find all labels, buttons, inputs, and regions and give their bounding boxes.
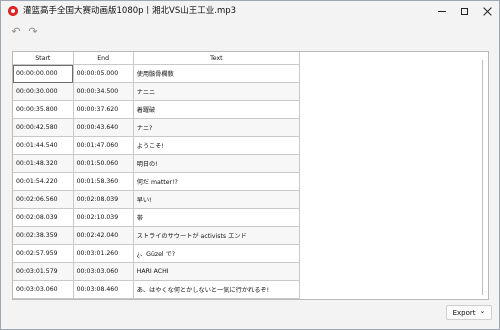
table-row[interactable]: 00:02:38.359 00:02:42.040 ストライのサウートが act… [13,226,301,245]
subtitle-table[interactable]: Start End Text 00:00:00.000 00:00:05.000… [13,52,301,299]
subtitle-editor-window: 灌篮高手全国大赛动画版1080p丨湘北VS山王工业.mp3 ↶ ↷ Start … [0,0,500,330]
text-cell[interactable]: 早い! [133,190,301,209]
start-cell[interactable]: 00:02:57.959 [13,244,74,263]
chevron-down-icon: ⌄ [479,307,486,315]
text-cell[interactable]: ナニニ [133,82,301,101]
table-row[interactable]: 00:02:08.039 00:02:10.039 帯 [13,208,301,227]
table-row[interactable]: 00:02:06.560 00:02:08.039 早い! [13,190,301,209]
start-cell[interactable]: 00:02:38.359 [13,226,74,245]
table-row[interactable]: 00:02:57.959 00:03:01.260 ¿、Güzel で? [13,244,301,263]
table-row[interactable]: 00:00:42.580 00:00:43.640 ナニ? [13,118,301,137]
record-icon [8,6,18,16]
maximize-button[interactable] [453,1,476,21]
end-cell[interactable]: 00:00:37.620 [73,100,134,119]
table-row[interactable]: 00:03:01.579 00:03:03.060 HARI ACHI [13,262,301,281]
end-cell[interactable]: 00:00:43.640 [73,118,134,137]
table-row[interactable]: 00:03:03.060 00:03:08.460 あ、はやくな何とかしないと一… [13,280,301,299]
end-cell[interactable]: 00:01:50.060 [73,154,134,173]
text-cell[interactable]: ¿、Güzel で? [133,244,301,263]
export-button[interactable]: Export ⌄ [446,305,492,320]
subtitle-table-panel[interactable]: Start End Text 00:00:00.000 00:00:05.000… [12,51,489,300]
table-header-row: Start End Text [13,52,301,65]
start-cell[interactable]: 00:00:30.000 [13,82,74,101]
start-cell[interactable]: 00:02:08.039 [13,208,74,227]
start-cell[interactable]: 00:00:00.000 [13,64,74,83]
table-row[interactable]: 00:00:00.000 00:00:05.000 使用骸骨欄敎 [13,64,301,83]
text-cell[interactable]: 使用骸骨欄敎 [133,64,301,83]
text-cell[interactable]: HARI ACHI [133,262,301,281]
title-bar[interactable]: 灌篮高手全国大赛动画版1080p丨湘北VS山王工业.mp3 [1,1,499,21]
start-cell[interactable]: 00:01:48.320 [13,154,74,173]
close-icon [483,7,492,16]
text-cell[interactable]: 何だ matter!? [133,172,301,191]
start-cell[interactable]: 00:03:03.060 [13,280,74,299]
maximize-icon [461,7,468,15]
end-cell[interactable]: 00:01:58.360 [73,172,134,191]
window-controls [430,1,499,21]
column-header-text[interactable]: Text [133,52,301,65]
end-cell[interactable]: 00:03:08.460 [73,280,134,299]
redo-button[interactable]: ↷ [26,25,40,39]
start-cell[interactable]: 00:00:35.800 [13,100,74,119]
text-cell[interactable]: あ、はやくな何とかしないと一気に行かれるぞ! [133,280,301,299]
start-cell[interactable]: 00:01:44.540 [13,136,74,155]
vertical-scrollbar[interactable] [482,60,483,295]
undo-icon: ↶ [11,25,21,38]
end-cell[interactable]: 00:02:10.039 [73,208,134,227]
start-cell[interactable]: 00:02:06.560 [13,190,74,209]
text-cell[interactable]: 明日の! [133,154,301,173]
end-cell[interactable]: 00:02:42.040 [73,226,134,245]
export-label: Export [452,308,476,317]
table-row[interactable]: 00:01:48.320 00:01:50.060 明日の! [13,154,301,173]
toolbar: ↶ ↷ [1,21,499,43]
table-row[interactable]: 00:00:35.800 00:00:37.620 着躍破 [13,100,301,119]
start-cell[interactable]: 00:00:42.580 [13,118,74,137]
end-cell[interactable]: 00:03:03.060 [73,262,134,281]
start-cell[interactable]: 00:03:01.579 [13,262,74,281]
end-cell[interactable]: 00:00:05.000 [73,64,134,83]
minimize-button[interactable] [430,1,453,21]
end-cell[interactable]: 00:03:01.260 [73,244,134,263]
column-header-end[interactable]: End [73,52,134,65]
text-cell[interactable]: ようこそ! [133,136,301,155]
redo-icon: ↷ [28,25,38,38]
text-cell[interactable]: ストライのサウートが activists エンド [133,226,301,245]
table-row[interactable]: 00:00:30.000 00:00:34.500 ナニニ [13,82,301,101]
table-row[interactable]: 00:01:54.220 00:01:58.360 何だ matter!? [13,172,301,191]
end-cell[interactable]: 00:02:08.039 [73,190,134,209]
undo-button[interactable]: ↶ [9,25,23,39]
window-title: 灌篮高手全国大赛动画版1080p丨湘北VS山王工业.mp3 [23,6,237,16]
text-cell[interactable]: ナニ? [133,118,301,137]
end-cell[interactable]: 00:00:34.500 [73,82,134,101]
close-button[interactable] [476,1,499,21]
text-cell[interactable]: 帯 [133,208,301,227]
minimize-icon [437,11,446,12]
text-cell[interactable]: 着躍破 [133,100,301,119]
start-cell[interactable]: 00:01:54.220 [13,172,74,191]
table-row[interactable]: 00:01:44.540 00:01:47.060 ようこそ! [13,136,301,155]
end-cell[interactable]: 00:01:47.060 [73,136,134,155]
column-header-start[interactable]: Start [13,52,74,65]
